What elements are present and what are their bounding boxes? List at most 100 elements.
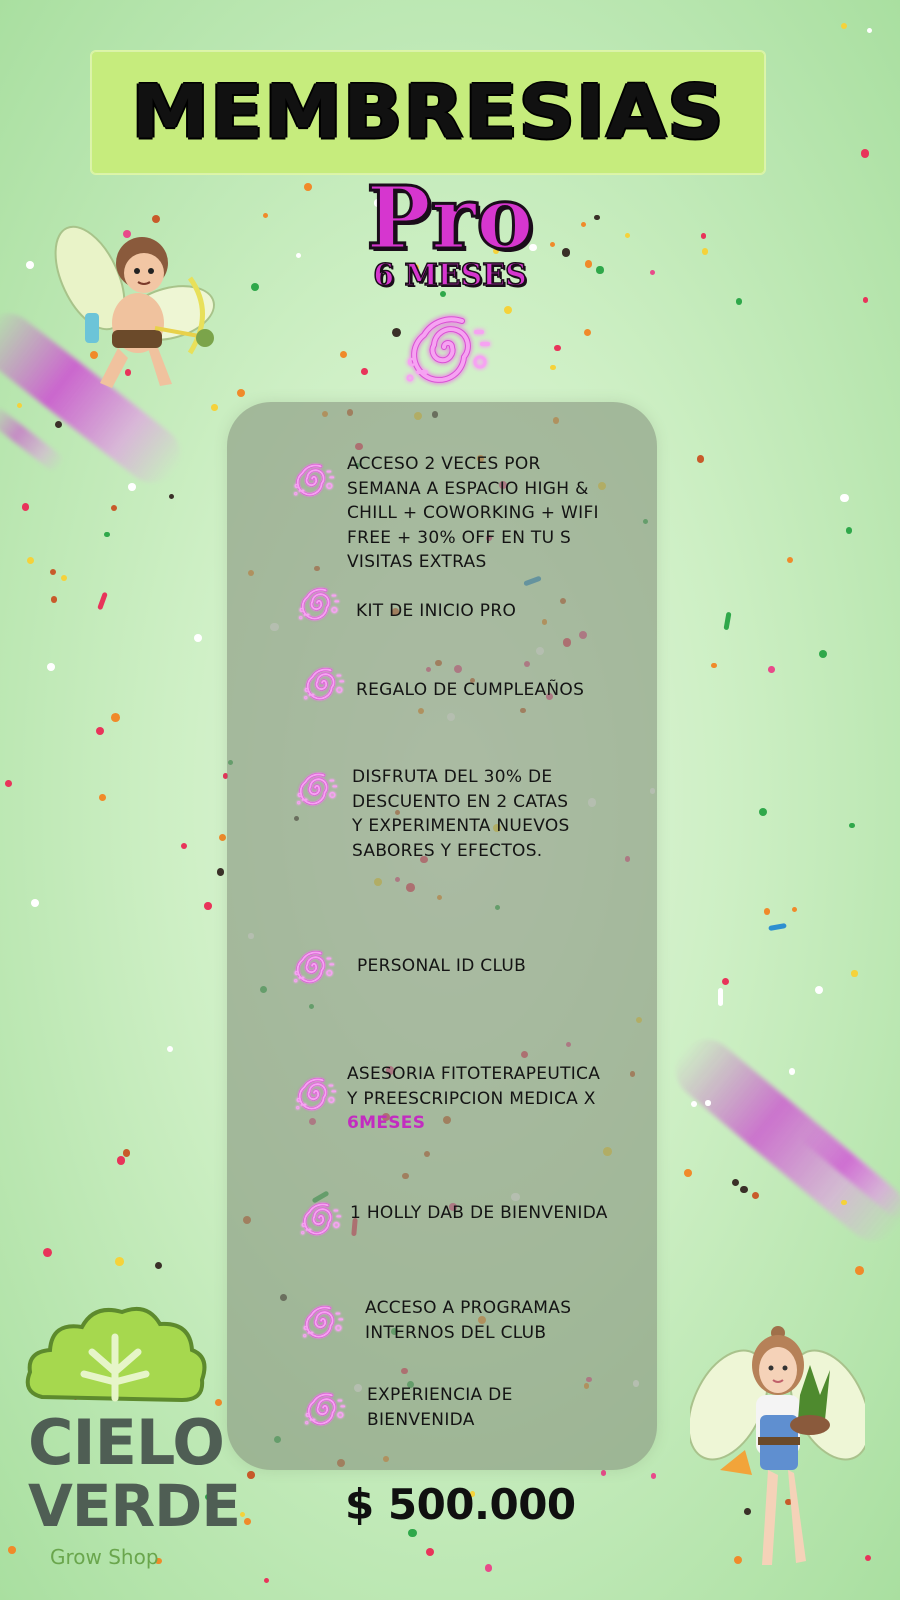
confetti-dot xyxy=(50,595,58,603)
confetti-dot xyxy=(758,807,767,817)
confetti-dot xyxy=(721,978,729,986)
benefit-item-label: DISFRUTA DEL 30% DE DESCUENTO EN 2 CATAS… xyxy=(352,767,570,861)
confetti-dot xyxy=(851,970,858,977)
confetti-dot xyxy=(786,557,793,564)
confetti-dot xyxy=(361,368,368,375)
neon-spiral-icon xyxy=(299,1298,347,1346)
confetti-dot xyxy=(866,28,872,34)
confetti-dot xyxy=(845,526,853,534)
confetti-dot xyxy=(650,1473,656,1479)
confetti-dot xyxy=(503,305,512,315)
confetti-dot xyxy=(684,1168,693,1177)
confetti-dot xyxy=(244,1518,252,1526)
benefit-item-text: ASESORIA FITOTERAPEUTICA Y PREESCRIPCION… xyxy=(347,1062,600,1136)
confetti-dot xyxy=(788,1068,796,1075)
cupid-character-illustration xyxy=(54,225,215,388)
confetti-dot xyxy=(95,727,104,736)
confetti-dot xyxy=(122,1149,131,1157)
confetti-dot xyxy=(42,1248,52,1258)
benefit-item-label: REGALO DE CUMPLEAÑOS xyxy=(356,680,585,700)
confetti-dot xyxy=(54,420,62,428)
confetti-dot xyxy=(849,822,855,828)
confetti-dot xyxy=(860,149,870,158)
confetti-dot xyxy=(204,902,212,910)
confetti-dot xyxy=(840,22,848,30)
neon-spiral-icon xyxy=(293,765,341,813)
confetti-sprinkle xyxy=(97,591,108,611)
neon-spiral-icon xyxy=(290,456,338,504)
confetti-dot xyxy=(554,344,561,352)
neon-spiral-icon xyxy=(300,660,348,708)
confetti-dot xyxy=(862,297,869,303)
benefit-item-text: 1 HOLLY DAB DE BIENVENIDA xyxy=(350,1201,608,1226)
confetti-dot xyxy=(116,1156,126,1165)
confetti-dot xyxy=(46,663,55,671)
confetti-dot xyxy=(864,1554,871,1561)
confetti-dot xyxy=(735,298,742,305)
confetti-dot xyxy=(166,1045,173,1052)
confetti-dot xyxy=(339,351,347,359)
confetti-dot xyxy=(264,1577,270,1583)
confetti-dot xyxy=(247,1471,255,1479)
page-title: MEMBRESIAS xyxy=(131,69,725,156)
benefit-item-label: KIT DE INICIO PRO xyxy=(356,601,517,621)
neon-spiral-icon xyxy=(295,580,343,628)
confetti-dot xyxy=(30,899,39,908)
confetti-dot xyxy=(691,1101,698,1107)
benefit-item-label: ASESORIA FITOTERAPEUTICA Y PREESCRIPCION… xyxy=(347,1064,601,1109)
benefit-item-text: DISFRUTA DEL 30% DE DESCUENTO EN 2 CATAS… xyxy=(352,765,570,863)
benefit-item-text: PERSONAL ID CLUB xyxy=(357,954,526,979)
confetti-dot xyxy=(104,531,110,538)
confetti-dot xyxy=(484,1564,493,1572)
confetti-dot xyxy=(211,404,218,411)
title-banner: MEMBRESIAS xyxy=(90,50,766,175)
confetti-dot xyxy=(154,1261,162,1269)
confetti-dot xyxy=(751,1191,759,1199)
confetti-dot xyxy=(168,494,175,500)
benefit-item-label: ACCESO 2 VECES POR SEMANA A ESPACIO HIGH… xyxy=(347,454,599,572)
confetti-dot xyxy=(814,986,823,995)
benefit-highlight: 6MESES xyxy=(347,1113,426,1133)
benefit-item-label: PERSONAL ID CLUB xyxy=(357,956,527,976)
benefit-item-text: KIT DE INICIO PRO xyxy=(356,599,516,624)
benefit-item-label: EXPERIENCIA DE BIENVENIDA xyxy=(367,1385,513,1430)
confetti-dot xyxy=(128,483,136,491)
confetti-dot xyxy=(408,1528,417,1538)
confetti-dot xyxy=(237,389,246,398)
benefit-item-text: EXPERIENCIA DE BIENVENIDA xyxy=(367,1383,513,1432)
magenta-streak-right xyxy=(663,1027,900,1253)
confetti-sprinkle xyxy=(718,988,723,1006)
confetti-dot xyxy=(818,649,828,658)
confetti-dot xyxy=(840,493,849,503)
confetti-dot xyxy=(711,662,717,669)
confetti-dot xyxy=(21,503,30,511)
benefit-item-label: ACCESO A PROGRAMAS INTERNOS DEL CLUB xyxy=(365,1298,572,1343)
confetti-dot xyxy=(49,568,57,576)
confetti-dot xyxy=(218,834,226,842)
confetti-dot xyxy=(731,1179,740,1187)
confetti-dot xyxy=(16,402,23,409)
neon-spiral-icon xyxy=(297,1195,345,1243)
confetti-dot xyxy=(5,779,12,787)
price-label: $ 500.000 xyxy=(345,1480,576,1529)
benefit-item-text: ACCESO 2 VECES POR SEMANA A ESPACIO HIGH… xyxy=(347,452,599,575)
confetti-dot xyxy=(99,794,106,802)
confetti-dot xyxy=(855,1265,864,1275)
neon-spiral-icon xyxy=(292,1070,340,1118)
confetti-dot xyxy=(550,365,556,371)
confetti-dot xyxy=(216,867,225,876)
benefit-item-text: REGALO DE CUMPLEAÑOS xyxy=(356,678,584,703)
confetti-dot xyxy=(740,1185,748,1194)
confetti-sprinkle xyxy=(768,922,787,932)
confetti-dot xyxy=(583,329,591,337)
confetti-dot xyxy=(239,1512,245,1518)
fairy-character-illustration xyxy=(690,1326,865,1565)
confetti-dot xyxy=(111,712,121,722)
confetti-dot xyxy=(696,455,705,463)
confetti-dot xyxy=(61,574,68,581)
benefit-item-label: 1 HOLLY DAB DE BIENVENIDA xyxy=(350,1203,608,1223)
confetti-dot xyxy=(600,1469,607,1476)
confetti-dot xyxy=(791,906,798,913)
confetti-dot xyxy=(763,908,770,915)
confetti-dot xyxy=(26,556,35,565)
